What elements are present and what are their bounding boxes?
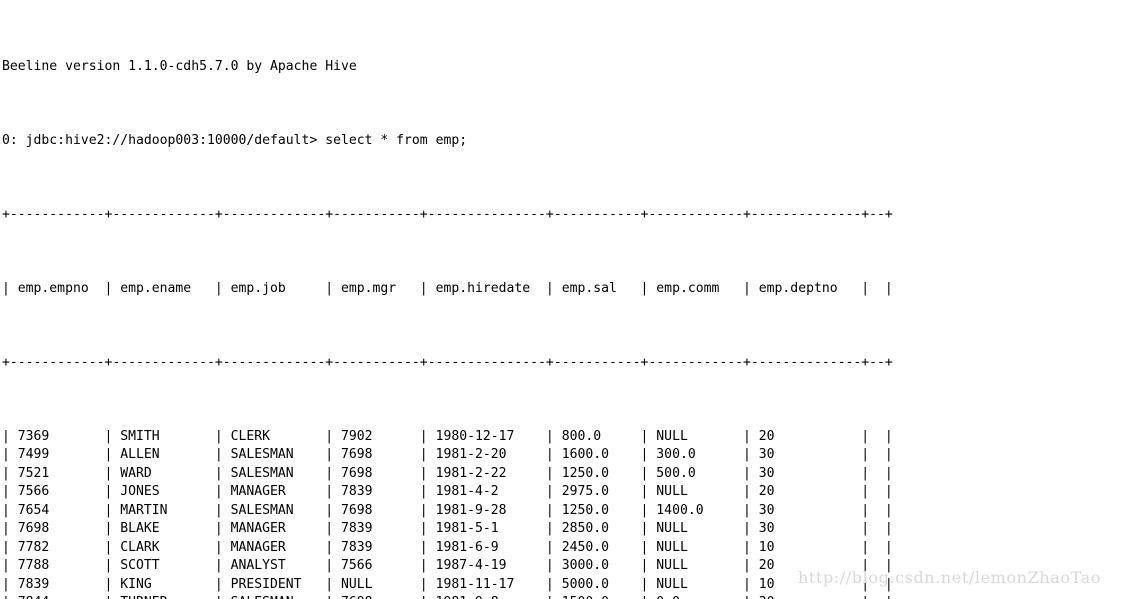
table-row: | 7788 | SCOTT | ANALYST | 7566 | 1987-4…	[2, 558, 893, 573]
table-row: | 7782 | CLARK | MANAGER | 7839 | 1981-6…	[2, 539, 893, 555]
table-row: | 7369 | SMITH | CLERK | 7902 | 1980-12-…	[2, 428, 893, 444]
terminal-window[interactable]: Beeline version 1.1.0-cdh5.7.0 by Apache…	[0, 0, 1136, 599]
table-row: | 7499 | ALLEN | SALESMAN | 7698 | 1981-…	[2, 447, 893, 462]
table-row: | 7844 | TURNER | SALESMAN | 7698 | 1981…	[2, 594, 1136, 599]
table-row: | 7839 | KING | PRESIDENT | NULL | 1981-…	[2, 576, 893, 592]
table-row: | 7654 | MARTIN | SALESMAN | 7698 | 1981…	[2, 502, 893, 518]
table-row: | 7566 | JONES | MANAGER | 7839 | 1981-4…	[2, 484, 893, 499]
table-header-separator: +------------+-------------+------------…	[2, 354, 893, 370]
beeline-version-banner: Beeline version 1.1.0-cdh5.7.0 by Apache…	[2, 58, 357, 74]
table-row: | 7521 | WARD | SALESMAN | 7698 | 1981-2…	[2, 465, 893, 481]
table-top-border: +------------+-------------+------------…	[2, 206, 893, 222]
prompt-line-with-command: 0: jdbc:hive2://hadoop003:10000/default>…	[2, 132, 468, 148]
table-header-row: | emp.empno | emp.ename | emp.job | emp.…	[2, 280, 893, 296]
table-row: | 7698 | BLAKE | MANAGER | 7839 | 1981-5…	[2, 521, 893, 536]
table-body: | 7369 | SMITH | CLERK | 7902 | 1980-12-…	[2, 428, 1136, 599]
